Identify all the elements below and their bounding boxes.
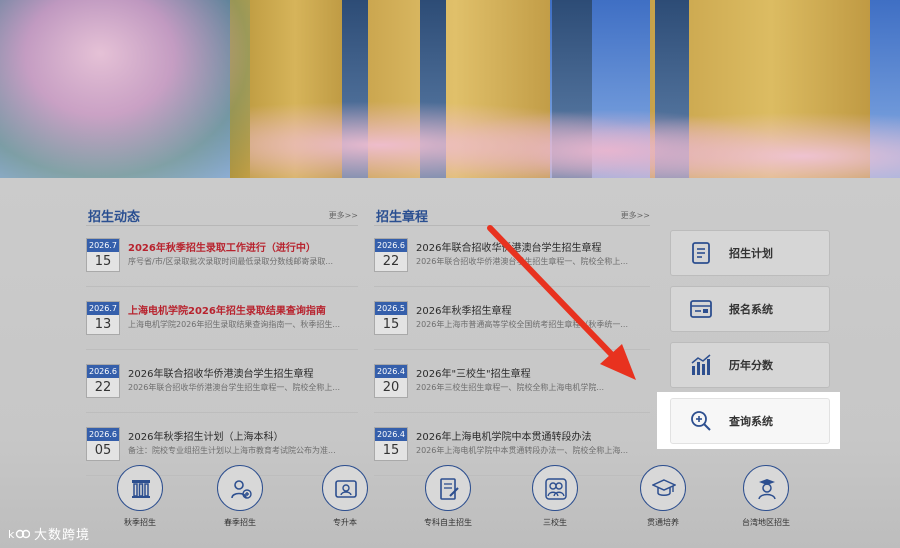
k100-logo: k — [8, 528, 30, 541]
svg-text:k: k — [8, 528, 15, 541]
pointer-arrow-icon — [487, 225, 636, 380]
watermark: k 大数跨境 — [8, 524, 91, 544]
watermark-text: 大数跨境 — [34, 528, 91, 543]
